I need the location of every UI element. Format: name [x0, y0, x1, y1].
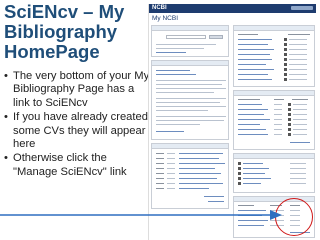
ncbi-header-bar: NCBI: [149, 4, 316, 13]
pointer-arrow: [0, 210, 282, 220]
arrow-head: [270, 210, 282, 220]
my-ncbi-screenshot: NCBI My NCBI: [148, 4, 316, 240]
header-links[interactable]: [291, 6, 313, 10]
bullet-list: The very bottom of your My Bibliography …: [4, 70, 152, 179]
my-ncbi-title: My NCBI: [152, 15, 178, 22]
recent-activity-panel: [151, 143, 229, 209]
saved-searches-panel: [233, 25, 315, 87]
filters-panel: [233, 153, 315, 193]
search-input[interactable]: [166, 35, 206, 39]
collections-panel: [233, 90, 315, 150]
slide-title: SciENcv – My Bibliography HomePage: [4, 1, 125, 62]
search-panel: [151, 25, 229, 57]
bullet-item: If you have already created some CVs the…: [4, 111, 152, 151]
bullet-item: Otherwise click the "Manage SciENcv" lin…: [4, 152, 152, 179]
ncbi-logo: NCBI: [152, 5, 167, 11]
my-bibliography-panel: [151, 60, 229, 140]
bullet-item: The very bottom of your My Bibliography …: [4, 70, 152, 110]
search-button[interactable]: [209, 35, 223, 39]
